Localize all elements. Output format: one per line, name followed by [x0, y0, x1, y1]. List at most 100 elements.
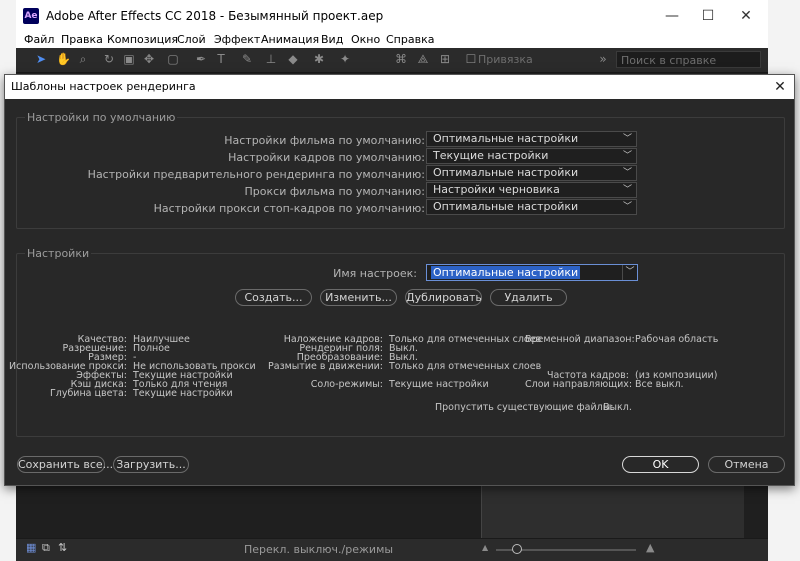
zoom-out-icon[interactable]: ▲	[482, 542, 494, 554]
chevron-down-icon[interactable]: ﹀	[622, 265, 637, 280]
puppet-pin-tool-icon[interactable]: ✦	[338, 52, 352, 66]
default-prerender-label: Настройки предварительного рендеринга по…	[87, 168, 425, 181]
default-frame-label: Настройки кадров по умолчанию:	[228, 151, 425, 164]
defaults-group-title: Настройки по умолчанию	[25, 111, 178, 124]
chevron-down-icon: ﹀	[622, 168, 632, 178]
zoom-tool-icon[interactable]: ⌕	[76, 52, 90, 66]
default-movie-value: Оптимальные настройки	[433, 132, 579, 145]
render-icon[interactable]: ▦	[26, 542, 38, 554]
dialog-close-icon[interactable]: ✕	[770, 77, 790, 97]
chevron-down-icon: ﹀	[622, 151, 632, 161]
menu-help[interactable]: Справка	[386, 32, 434, 48]
motion-blur-value: Только для отмеченных слоев	[389, 361, 542, 372]
default-still-proxy-select[interactable]: Оптимальные настройки ﹀	[426, 199, 637, 215]
save-all-button[interactable]: Сохранить все...	[17, 456, 113, 473]
resolution-value: Полное	[133, 343, 170, 354]
chevron-down-icon: ﹀	[622, 185, 632, 195]
zoom-slider-handle[interactable]	[512, 544, 522, 554]
duplicate-button[interactable]: Дублировать	[405, 289, 482, 306]
window-title: Adobe After Effects CC 2018 - Безымянный…	[46, 9, 384, 23]
defaults-group: Настройки по умолчанию Настройки фильма …	[16, 112, 785, 229]
menu-animation[interactable]: Анимация	[261, 32, 319, 48]
selection-tool-icon[interactable]: ➤	[34, 52, 48, 66]
menu-window[interactable]: Окно	[351, 32, 380, 48]
status-bar: ▦ ⧉ ⇅ Перекл. выключ./режимы ▲ ▲	[16, 538, 768, 561]
zoom-in-icon[interactable]: ▲	[646, 542, 658, 554]
world-axis-icon[interactable]: ⟁	[416, 52, 430, 66]
load-button[interactable]: Загрузить...	[113, 456, 189, 473]
composition-panel	[481, 484, 744, 538]
default-movie-proxy-select[interactable]: Настройки черновика ﹀	[426, 182, 637, 198]
dialog-title: Шаблоны настроек рендеринга	[11, 80, 196, 93]
edit-button[interactable]: Изменить...	[320, 289, 397, 306]
chevron-down-icon: ﹀	[622, 134, 632, 144]
preset-name-label: Имя настроек:	[333, 267, 417, 280]
default-movie-select[interactable]: Оптимальные настройки ﹀	[426, 131, 637, 147]
menu-layer[interactable]: Слой	[177, 32, 206, 48]
ae-logo: Ae	[23, 8, 39, 24]
brush-tool-icon[interactable]: ✎	[240, 52, 254, 66]
menu-view[interactable]: Вид	[321, 32, 343, 48]
time-span-key: Временной диапазон:	[525, 334, 635, 345]
create-button[interactable]: Создать...	[235, 289, 312, 306]
help-search-input[interactable]: Поиск в справке	[616, 51, 761, 68]
view-axis-icon[interactable]: ⊞	[438, 52, 452, 66]
rotate-tool-icon[interactable]: ↻	[102, 52, 116, 66]
motion-blur-key: Размытие в движении:	[268, 361, 383, 372]
local-axis-icon[interactable]: ⌘	[394, 52, 408, 66]
preset-name-select[interactable]: Оптимальные настройки ﹀	[426, 264, 638, 281]
menu-file[interactable]: Файл	[24, 32, 54, 48]
snap-checkbox-icon[interactable]: ☐	[464, 52, 478, 66]
transfer-icon[interactable]: ⇅	[58, 542, 70, 554]
time-span-value: Рабочая область	[635, 334, 719, 345]
settings-group-title: Настройки	[25, 247, 92, 260]
type-tool-icon[interactable]: T	[214, 52, 228, 66]
solo-switches-key: Соло-режимы:	[310, 379, 383, 390]
menu-edit[interactable]: Правка	[61, 32, 103, 48]
delete-button[interactable]: Удалить	[490, 289, 567, 306]
default-prerender-value: Оптимальные настройки	[433, 166, 579, 179]
cancel-button[interactable]: Отмена	[708, 456, 785, 473]
default-still-proxy-value: Оптимальные настройки	[433, 200, 579, 213]
guide-layers-value: Все выкл.	[635, 379, 684, 390]
tools-toolbar: ➤ ✋ ⌕ ↻ ▣ ✥ ▢ ✒ T ✎ ⊥ ◆ ✱ ✦ ⌘ ⟁ ⊞ ☐ Прив…	[16, 48, 768, 73]
eraser-tool-icon[interactable]: ◆	[286, 52, 300, 66]
preset-name-value: Оптимальные настройки	[431, 266, 581, 279]
toggle-switches-modes[interactable]: Перекл. выключ./режимы	[244, 543, 393, 556]
frames-icon[interactable]: ⧉	[42, 542, 54, 554]
skip-files-value: Выкл.	[603, 402, 632, 413]
render-settings-templates-dialog: Шаблоны настроек рендеринга ✕ Настройки …	[4, 74, 795, 486]
menu-composition[interactable]: Композиция	[107, 32, 178, 48]
roto-brush-tool-icon[interactable]: ✱	[312, 52, 326, 66]
close-button[interactable]: ✕	[728, 6, 764, 26]
dialog-titlebar: Шаблоны настроек рендеринга ✕	[5, 75, 794, 99]
clone-stamp-tool-icon[interactable]: ⊥	[264, 52, 278, 66]
ae-titlebar: Ae Adobe After Effects CC 2018 - Безымян…	[16, 0, 768, 33]
solo-switches-value: Текущие настройки	[389, 379, 489, 390]
hand-tool-icon[interactable]: ✋	[56, 52, 71, 66]
pan-behind-tool-icon[interactable]: ✥	[142, 52, 156, 66]
chevron-down-icon: ﹀	[622, 202, 632, 212]
default-frame-value: Текущие настройки	[433, 149, 549, 162]
rectangle-tool-icon[interactable]: ▢	[166, 52, 180, 66]
guide-layers-key: Слои направляющих:	[525, 379, 633, 390]
workspace-menu-icon[interactable]: »	[596, 52, 610, 66]
color-depth-key: Глубина цвета:	[49, 388, 127, 399]
default-movie-proxy-value: Настройки черновика	[433, 183, 560, 196]
camera-tool-icon[interactable]: ▣	[122, 52, 136, 66]
menu-bar: Файл Правка Композиция Слой Эффект Анима…	[16, 32, 768, 48]
snap-label: Привязка	[478, 53, 533, 66]
default-prerender-select[interactable]: Оптимальные настройки ﹀	[426, 165, 637, 181]
maximize-button[interactable]: ☐	[690, 6, 726, 26]
pen-tool-icon[interactable]: ✒	[194, 52, 208, 66]
menu-effect[interactable]: Эффект	[214, 32, 260, 48]
color-depth-value: Текущие настройки	[133, 388, 233, 399]
default-movie-proxy-label: Прокси фильма по умолчанию:	[244, 185, 425, 198]
minimize-button[interactable]: —	[654, 6, 690, 26]
skip-files-key: Пропустить существующие файлы:	[435, 402, 614, 413]
default-frame-select[interactable]: Текущие настройки ﹀	[426, 148, 637, 164]
default-still-proxy-label: Настройки прокси стоп-кадров по умолчани…	[153, 202, 425, 215]
default-movie-label: Настройки фильма по умолчанию:	[224, 134, 425, 147]
defaults-labels: Настройки фильма по умолчанию: Настройки…	[17, 134, 425, 224]
ok-button[interactable]: OK	[622, 456, 699, 473]
